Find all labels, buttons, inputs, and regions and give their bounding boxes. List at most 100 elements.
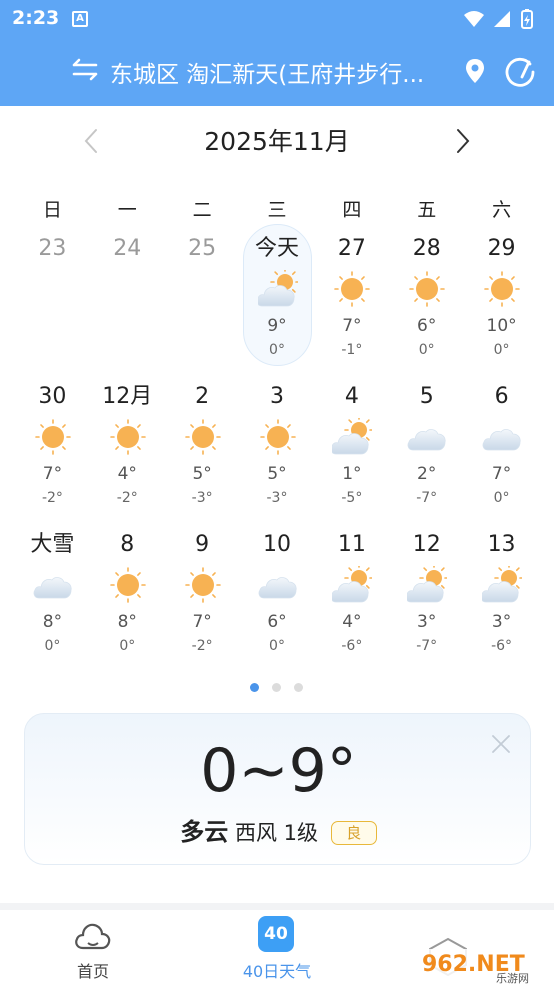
month-navigation: 2025年11月: [0, 112, 554, 168]
pin-icon[interactable]: [465, 58, 485, 84]
weekday-label: 六: [492, 199, 512, 221]
low-temp: -2°: [191, 638, 213, 654]
next-month-button[interactable]: [450, 124, 476, 158]
day-cell[interactable]: 9 7° -2°: [165, 518, 240, 666]
status-time: 2:23: [12, 7, 60, 29]
day-cell[interactable]: 6 7° 0°: [464, 370, 539, 518]
page-dot[interactable]: [294, 683, 303, 692]
cloud-home-icon: [75, 923, 111, 950]
refresh-icon[interactable]: [503, 55, 537, 89]
sunny-icon: [183, 418, 223, 456]
calendar-grid: 23 24 25 今天 9° 0° 27 7° -1° 28 6° 0° 29 10° 0° 30 7° -2° 1…: [15, 222, 539, 666]
site-watermark: 962.NET 乐游网: [418, 937, 554, 984]
page-dot[interactable]: [272, 683, 281, 692]
day-cell[interactable]: 13 3° -6°: [464, 518, 539, 666]
day-label: 24: [113, 236, 142, 261]
high-temp: 5°: [267, 464, 287, 484]
weekday-label: 一: [117, 199, 137, 221]
day-cell[interactable]: 24: [90, 222, 165, 370]
day-cell[interactable]: 10 6° 0°: [240, 518, 315, 666]
day-label: 12月: [102, 384, 153, 409]
low-temp: 0°: [119, 638, 136, 654]
low-temp: -6°: [491, 638, 513, 654]
high-temp: 10°: [486, 316, 517, 336]
day-cell[interactable]: 4 1° -5°: [314, 370, 389, 518]
day-cell[interactable]: 25: [165, 222, 240, 370]
day-label: 28: [412, 236, 441, 261]
location-name[interactable]: 东城区 淘汇新天(王府井步行...: [110, 55, 462, 89]
day-cell[interactable]: 30 7° -2°: [15, 370, 90, 518]
weekday-label: 二: [192, 199, 212, 221]
day-label: 27: [337, 236, 366, 261]
day-cell[interactable]: 11 4° -6°: [314, 518, 389, 666]
page-dot[interactable]: [250, 683, 259, 692]
day-label: 13: [487, 532, 516, 557]
nav-label: 40日天气: [242, 962, 312, 981]
day-cell[interactable]: 5 2° -7°: [389, 370, 464, 518]
sunny-icon: [482, 270, 522, 308]
day-cell[interactable]: 27 7° -1°: [314, 222, 389, 370]
high-temp: 5°: [192, 464, 212, 484]
day-label: 6: [494, 384, 509, 409]
high-temp: 6°: [417, 316, 437, 336]
high-temp: 6°: [267, 612, 287, 632]
day-label: 25: [188, 236, 217, 261]
day-cell-today[interactable]: 今天 9° 0°: [240, 222, 315, 370]
low-temp: 0°: [269, 638, 285, 654]
sunny-icon: [33, 418, 73, 456]
cloudy-icon: [33, 566, 73, 604]
page-indicator: [250, 683, 310, 695]
low-temp: -7°: [416, 638, 438, 654]
day-cell[interactable]: 3 5° -3°: [240, 370, 315, 518]
high-temp: 4°: [117, 464, 137, 484]
day-cell[interactable]: 2 5° -3°: [165, 370, 240, 518]
day-label: 5: [419, 384, 434, 409]
day-label: 大雪: [30, 532, 75, 557]
prev-month-button[interactable]: [78, 124, 104, 158]
low-temp: 0°: [493, 490, 510, 506]
high-temp: 8°: [117, 612, 137, 632]
low-temp: -3°: [191, 490, 213, 506]
condition-text: 多云: [180, 818, 229, 846]
day-label: 今天: [254, 236, 299, 261]
partly-cloudy-icon: [331, 563, 375, 604]
sunny-icon: [258, 418, 298, 456]
partly-cloudy-icon: [480, 563, 524, 604]
location-bar[interactable]: 东城区 淘汇新天(王府井步行...: [0, 46, 554, 98]
day-cell[interactable]: 12 3° -7°: [389, 518, 464, 666]
day-label: 11: [337, 532, 366, 557]
weekday-label: 三: [267, 199, 287, 221]
weather-summary-card[interactable]: 0~9° 多云 西风 1级 良: [24, 713, 531, 865]
day-cell[interactable]: 8 8° 0°: [90, 518, 165, 666]
day-label: 29: [487, 236, 516, 261]
notification-icon: A: [72, 11, 88, 27]
sunny-icon: [108, 566, 148, 604]
low-temp: 0°: [418, 342, 435, 358]
high-temp: 7°: [192, 612, 212, 632]
high-temp: 8°: [42, 612, 63, 632]
day-label: 8: [120, 532, 135, 557]
day-cell[interactable]: 大雪 8° 0°: [15, 518, 90, 666]
day-label: 12: [412, 532, 441, 557]
high-temp: 7°: [42, 464, 63, 484]
day-cell[interactable]: 29 10° 0°: [464, 222, 539, 370]
day-cell[interactable]: 23: [15, 222, 90, 370]
nav-item-home[interactable]: 首页: [38, 910, 148, 984]
nav-item-40day[interactable]: 40 40日天气: [222, 910, 332, 984]
day-label: 30: [38, 384, 67, 409]
high-temp: 3°: [417, 612, 437, 632]
day-cell[interactable]: 28 6° 0°: [389, 222, 464, 370]
wind-text: 西风 1级: [234, 821, 319, 845]
swap-icon[interactable]: [72, 58, 98, 82]
calendar-40-icon: 40: [258, 916, 294, 952]
sunny-icon: [332, 270, 372, 308]
weekday-label: 日: [42, 199, 62, 221]
day-label: 2: [195, 384, 210, 409]
low-temp: -7°: [416, 490, 438, 506]
high-temp: 7°: [491, 464, 512, 484]
day-cell[interactable]: 12月 4° -2°: [90, 370, 165, 518]
day-label: 4: [344, 384, 359, 409]
weekday-header: 日 一 二 三 四 五 六: [15, 195, 539, 221]
cloudy-icon: [258, 566, 298, 604]
weekday-label: 四: [342, 199, 362, 221]
